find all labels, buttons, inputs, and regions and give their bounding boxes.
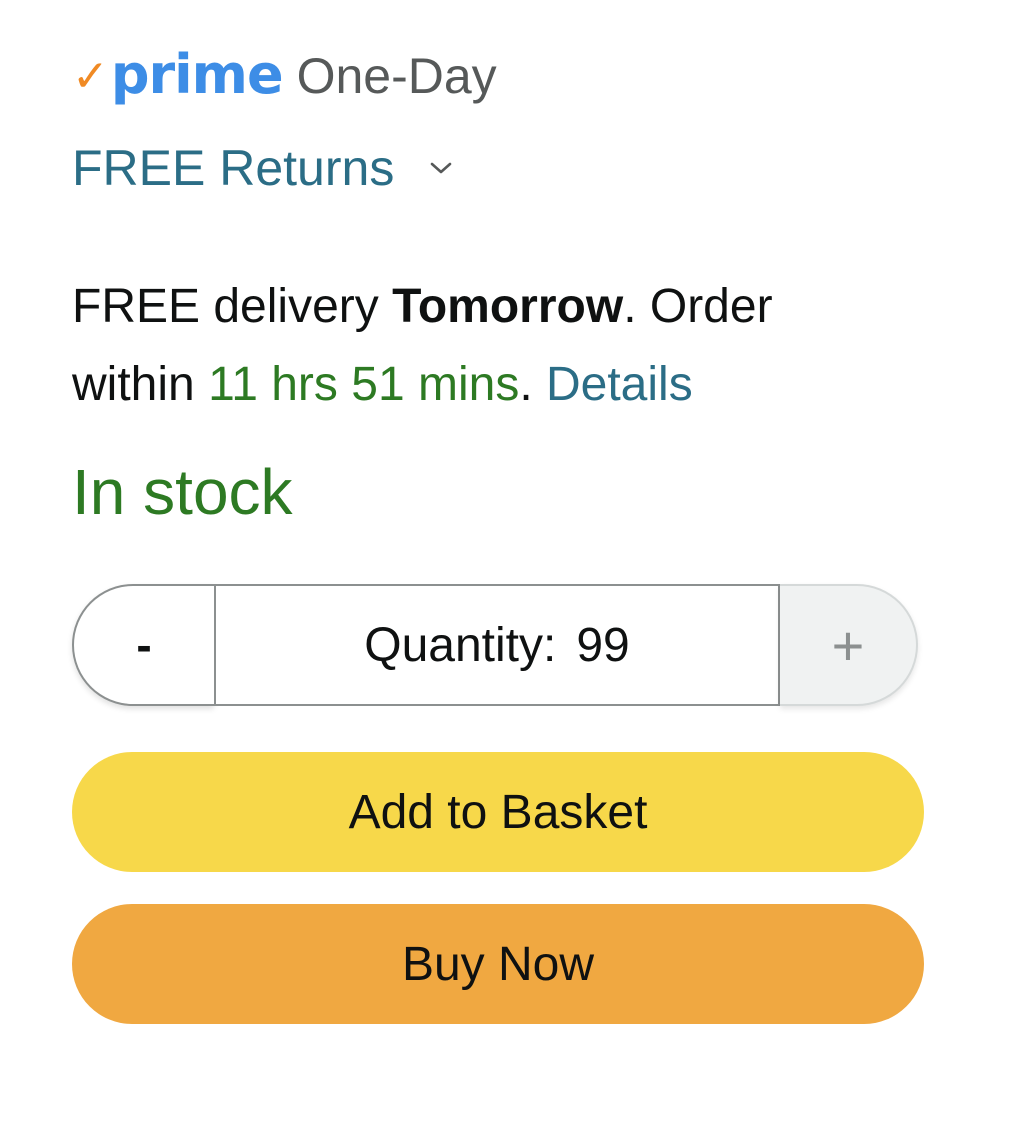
buy-box: ✓ prime One-Day FREE Returns FREE delive…	[72, 48, 924, 1024]
prime-check-icon: ✓	[72, 52, 109, 101]
quantity-stepper: - Quantity: 99 +	[72, 584, 918, 706]
prime-delivery-speed: One-Day	[296, 48, 497, 104]
delivery-message: FREE delivery Tomorrow. Order within 11 …	[72, 268, 924, 424]
add-to-basket-button[interactable]: Add to Basket	[72, 752, 924, 872]
delivery-prefix: FREE delivery	[72, 280, 393, 333]
delivery-period: .	[519, 358, 546, 411]
quantity-label: Quantity:	[364, 618, 557, 672]
delivery-details-link[interactable]: Details	[546, 358, 693, 411]
buy-now-button[interactable]: Buy Now	[72, 904, 924, 1024]
chevron-down-icon[interactable]	[428, 155, 454, 181]
prime-logo: ✓ prime	[72, 43, 284, 106]
delivery-within-text: within	[72, 358, 209, 411]
delivery-countdown: 11 hrs 51 mins	[208, 358, 520, 411]
quantity-value: 99	[576, 618, 630, 672]
prime-logo-word: prime	[110, 43, 284, 106]
quantity-field[interactable]: Quantity: 99	[214, 584, 780, 706]
stock-status: In stock	[72, 456, 293, 528]
quantity-decrease-button[interactable]: -	[72, 584, 214, 706]
free-returns-row[interactable]: FREE Returns	[72, 138, 924, 198]
prime-badge-row: ✓ prime One-Day	[72, 48, 924, 112]
free-returns-link[interactable]: FREE Returns	[72, 143, 394, 193]
quantity-increase-button[interactable]: +	[780, 584, 918, 706]
delivery-order-text: . Order	[623, 280, 773, 333]
delivery-day: Tomorrow	[392, 280, 624, 333]
